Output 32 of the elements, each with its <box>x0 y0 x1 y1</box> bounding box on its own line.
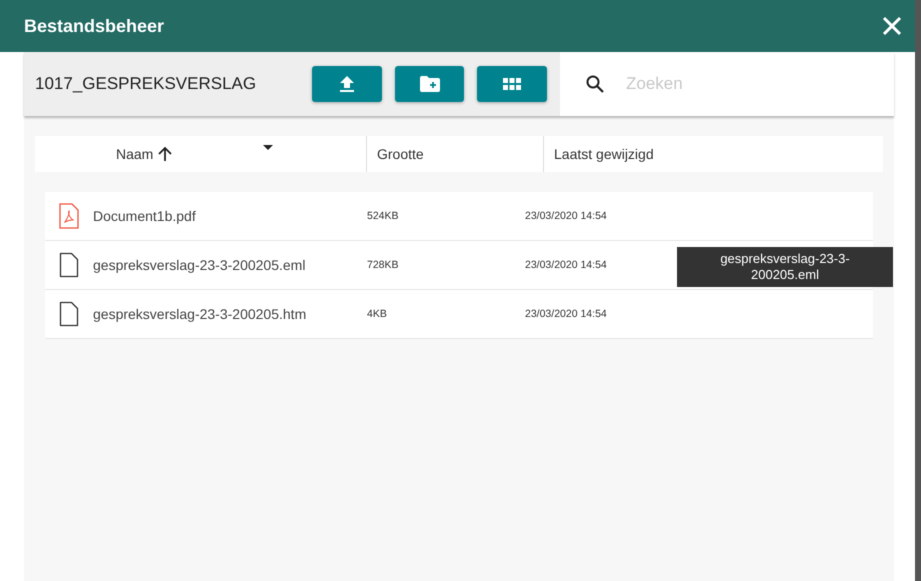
file-size: 728KB <box>367 259 399 271</box>
file-name: gespreksverslag-23-3-200205.eml <box>93 257 306 273</box>
column-header[interactable]: Laatst gewijzigd <box>554 146 654 162</box>
caret-icon[interactable] <box>263 145 273 150</box>
column-header[interactable]: Grootte <box>377 146 424 162</box>
file-icon <box>59 301 79 327</box>
tooltip: gespreksverslag-23-3- 200205.eml <box>677 247 893 287</box>
pdf-file-icon <box>59 203 79 229</box>
column-header[interactable]: Naam <box>116 146 154 162</box>
new-folder-button[interactable] <box>394 66 464 102</box>
arrow-up-icon[interactable] <box>157 146 174 162</box>
file-date: 23/03/2020 14:54 <box>525 259 607 271</box>
file-name: gespreksverslag-23-3-200205.htm <box>93 306 308 322</box>
file-size: 4KB <box>367 308 387 320</box>
file-date: 23/03/2020 14:54 <box>525 308 607 320</box>
file-row[interactable]: Document1b.pdf 524KB 23/03/2020 14:54 <box>45 192 873 241</box>
file-date: 23/03/2020 14:54 <box>525 210 607 222</box>
folder-plus-icon <box>420 76 440 92</box>
grid-icon <box>503 78 522 90</box>
window-title: Bestandsbeheer <box>24 16 164 36</box>
file-size: 524KB <box>367 210 399 222</box>
folder-name: 1017_GESPREKSVERSLAG <box>35 74 258 94</box>
search-icon <box>586 75 604 93</box>
close-button[interactable] <box>881 15 903 37</box>
file-row[interactable]: gespreksverslag-23-3-200205.htm 4KB 23/03/2020 14:54 <box>45 290 873 339</box>
file-name: Document1b.pdf <box>93 208 197 224</box>
file-row[interactable]: gespreksverslag-23-3-200205.eml 728KB 23/03/2020 14:54 gespreksverslag-23-3- 200205.eml <box>45 241 873 290</box>
file-icon <box>59 252 79 278</box>
close-icon <box>881 15 903 37</box>
upload-button[interactable] <box>312 66 382 102</box>
grid-view-button[interactable] <box>477 66 547 102</box>
upload-icon <box>339 75 356 93</box>
